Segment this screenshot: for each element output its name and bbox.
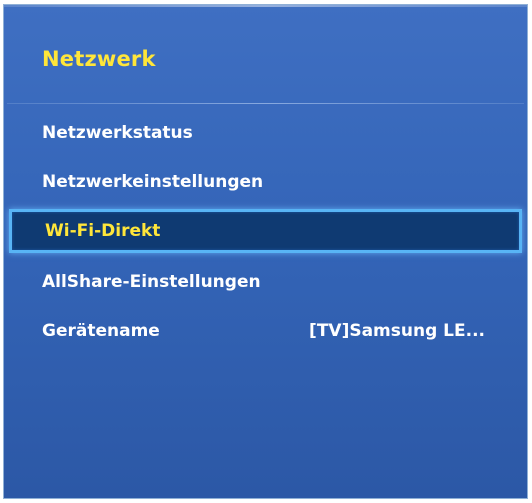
menu-item-label: Netzwerkeinstellungen xyxy=(42,172,264,192)
menu-item-netzwerkeinstellungen[interactable]: Netzwerkeinstellungen xyxy=(14,162,517,202)
menu-item-allshare-einstellungen[interactable]: AllShare-Einstellungen xyxy=(14,262,517,302)
menu-item-geraetename[interactable]: Gerätename [TV]Samsung LE... xyxy=(14,311,517,351)
menu-item-wifi-direkt[interactable]: Wi-Fi-Direkt xyxy=(9,209,522,253)
menu-item-label: AllShare-Einstellungen xyxy=(42,272,261,292)
menu-item-label: Gerätename xyxy=(42,321,160,341)
title-divider xyxy=(7,103,524,104)
network-menu-panel: Netzwerk Netzwerkstatus Netzwerkeinstell… xyxy=(3,4,528,499)
menu-item-label: Netzwerkstatus xyxy=(42,123,193,143)
menu-item-netzwerkstatus[interactable]: Netzwerkstatus xyxy=(14,113,517,153)
device-name-value: [TV]Samsung LE... xyxy=(309,321,485,341)
menu-title: Netzwerk xyxy=(42,47,156,71)
menu-item-label: Wi-Fi-Direkt xyxy=(45,221,161,241)
